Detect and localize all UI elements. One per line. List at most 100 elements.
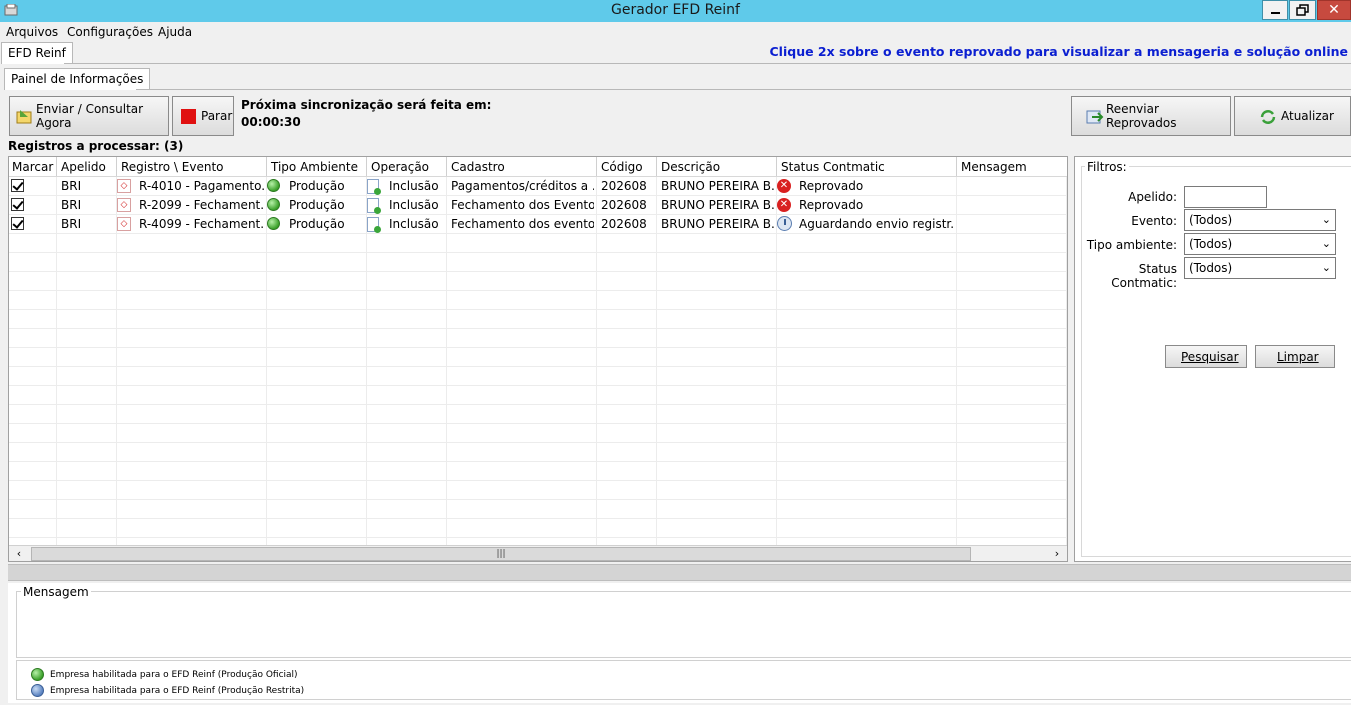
- row-checkbox[interactable]: [11, 179, 24, 192]
- col-tipo-ambiente[interactable]: Tipo Ambiente: [271, 160, 358, 174]
- tab-efd-reinf[interactable]: EFD Reinf: [1, 42, 73, 64]
- col-status-contmatic[interactable]: Status Contmatic: [781, 160, 885, 174]
- chevron-down-icon: ⌄: [1321, 237, 1331, 250]
- menu-arquivos[interactable]: Arquivos: [6, 25, 58, 39]
- menu-configuracoes[interactable]: Configurações: [67, 25, 153, 39]
- grid-row-line: [9, 309, 1067, 310]
- filters-panel: Filtros: Apelido: Evento: (Todos) ⌄ Tipo…: [1074, 156, 1351, 562]
- grid-row-line: [9, 290, 1067, 291]
- col-separator[interactable]: [446, 157, 447, 176]
- col-separator[interactable]: [656, 157, 657, 176]
- resend-icon: [1086, 110, 1104, 124]
- grid-row-line: [9, 442, 1067, 443]
- grid-row-line: [9, 518, 1067, 519]
- evento-select-value: (Todos): [1189, 213, 1233, 227]
- evento-select[interactable]: (Todos) ⌄: [1184, 209, 1336, 231]
- clear-button[interactable]: Limpar: [1255, 345, 1335, 368]
- legend: Empresa habilitada para o EFD Reinf (Pro…: [16, 660, 1351, 700]
- cell-descricao: BRUNO PEREIRA B...: [661, 217, 774, 231]
- col-marcar[interactable]: Marcar: [12, 160, 53, 174]
- col-separator[interactable]: [56, 157, 57, 176]
- blue-status-icon: [31, 684, 44, 697]
- resend-label: Reenviar Reprovados: [1106, 102, 1177, 130]
- col-registro-evento[interactable]: Registro \ Evento: [121, 160, 224, 174]
- col-separator[interactable]: [116, 157, 117, 176]
- document-icon: [367, 217, 381, 233]
- hint-text: Clique 2x sobre o evento reprovado para …: [769, 44, 1349, 59]
- scroll-right-icon[interactable]: ›: [1049, 547, 1065, 561]
- col-separator[interactable]: [596, 157, 597, 176]
- panel-splitter[interactable]: [8, 564, 1351, 581]
- grid-header: Marcar Apelido Registro \ Evento Tipo Am…: [9, 157, 1067, 177]
- col-apelido[interactable]: Apelido: [61, 160, 106, 174]
- cell-ambiente: Produção: [289, 198, 345, 212]
- table-row[interactable]: BRI ◇ R-4099 - Fechament... Produção Inc…: [9, 215, 1067, 234]
- col-separator[interactable]: [266, 157, 267, 176]
- grid-row-line: [9, 385, 1067, 386]
- col-codigo[interactable]: Código: [601, 160, 643, 174]
- cell-descricao: BRUNO PEREIRA B...: [661, 198, 774, 212]
- event-file-icon: ◇: [117, 179, 131, 193]
- col-separator[interactable]: [366, 157, 367, 176]
- col-separator[interactable]: [956, 157, 957, 176]
- stop-label: Parar: [201, 109, 233, 123]
- close-icon: ✕: [1328, 2, 1340, 18]
- tab-painel-informacoes[interactable]: Painel de Informações: [4, 68, 151, 90]
- grid-row-line: [9, 366, 1067, 367]
- status-select[interactable]: (Todos) ⌄: [1184, 257, 1336, 279]
- horizontal-scrollbar[interactable]: ‹ ||| ›: [9, 545, 1067, 561]
- search-button[interactable]: Pesquisar: [1165, 345, 1247, 368]
- window-title: Gerador EFD Reinf: [611, 2, 740, 18]
- sync-label: Próxima sincronização será feita em:: [241, 98, 492, 112]
- grid-row-line: [9, 499, 1067, 500]
- col-separator[interactable]: [776, 157, 777, 176]
- menu-ajuda[interactable]: Ajuda: [158, 25, 192, 39]
- col-cadastro[interactable]: Cadastro: [451, 160, 505, 174]
- send-consult-label: Enviar / Consultar Agora: [36, 102, 144, 130]
- status-select-value: (Todos): [1189, 261, 1233, 275]
- col-descricao[interactable]: Descrição: [661, 160, 720, 174]
- stop-button[interactable]: Parar: [172, 96, 234, 136]
- maximize-button[interactable]: [1289, 0, 1316, 20]
- cell-operacao: Inclusão: [389, 198, 439, 212]
- cell-descricao: BRUNO PEREIRA B...: [661, 179, 774, 193]
- table-row[interactable]: BRI ◇ R-2099 - Fechament... Produção Inc…: [9, 196, 1067, 215]
- grid-row-line: [9, 271, 1067, 272]
- production-status-icon: [267, 217, 280, 230]
- scroll-thumb[interactable]: |||: [31, 547, 971, 561]
- sync-countdown: 00:00:30: [241, 115, 301, 129]
- row-checkbox[interactable]: [11, 198, 24, 211]
- close-button[interactable]: ✕: [1317, 0, 1351, 20]
- grid-row-line: [9, 423, 1067, 424]
- minimize-button[interactable]: [1262, 0, 1288, 20]
- minimize-icon: [1271, 12, 1280, 14]
- apelido-input[interactable]: [1184, 186, 1267, 208]
- resend-rejected-button[interactable]: Reenviar Reprovados: [1071, 96, 1231, 136]
- cell-status: Reprovado: [799, 198, 864, 212]
- message-title: Mensagem: [21, 585, 91, 599]
- cell-ambiente: Produção: [289, 179, 345, 193]
- status-label: Status Contmatic:: [1111, 262, 1177, 290]
- green-status-icon: [31, 668, 44, 681]
- document-icon: [367, 179, 381, 195]
- col-mensagem[interactable]: Mensagem: [961, 160, 1027, 174]
- tab-painel-label: Painel de Informações: [11, 72, 144, 86]
- grid-row-line: [9, 480, 1067, 481]
- row-checkbox[interactable]: [11, 217, 24, 230]
- stop-icon: [181, 109, 196, 124]
- apelido-label: Apelido:: [1128, 190, 1177, 204]
- cell-ambiente: Produção: [289, 217, 345, 231]
- error-icon: ✕: [777, 198, 791, 212]
- send-consult-button[interactable]: Enviar / Consultar Agora: [9, 96, 169, 136]
- message-group: [16, 591, 1351, 658]
- cell-cadastro: Pagamentos/créditos a ...: [451, 179, 594, 193]
- cell-codigo: 202608: [601, 198, 647, 212]
- col-operacao[interactable]: Operação: [371, 160, 429, 174]
- scroll-left-icon[interactable]: ‹: [11, 547, 27, 561]
- table-row[interactable]: BRI ◇ R-4010 - Pagamento... Produção Inc…: [9, 177, 1067, 196]
- cell-cadastro: Fechamento dos evento...: [451, 217, 594, 231]
- event-file-icon: ◇: [117, 217, 131, 231]
- event-file-icon: ◇: [117, 198, 131, 212]
- refresh-button[interactable]: Atualizar: [1234, 96, 1351, 136]
- ambiente-select[interactable]: (Todos) ⌄: [1184, 233, 1336, 255]
